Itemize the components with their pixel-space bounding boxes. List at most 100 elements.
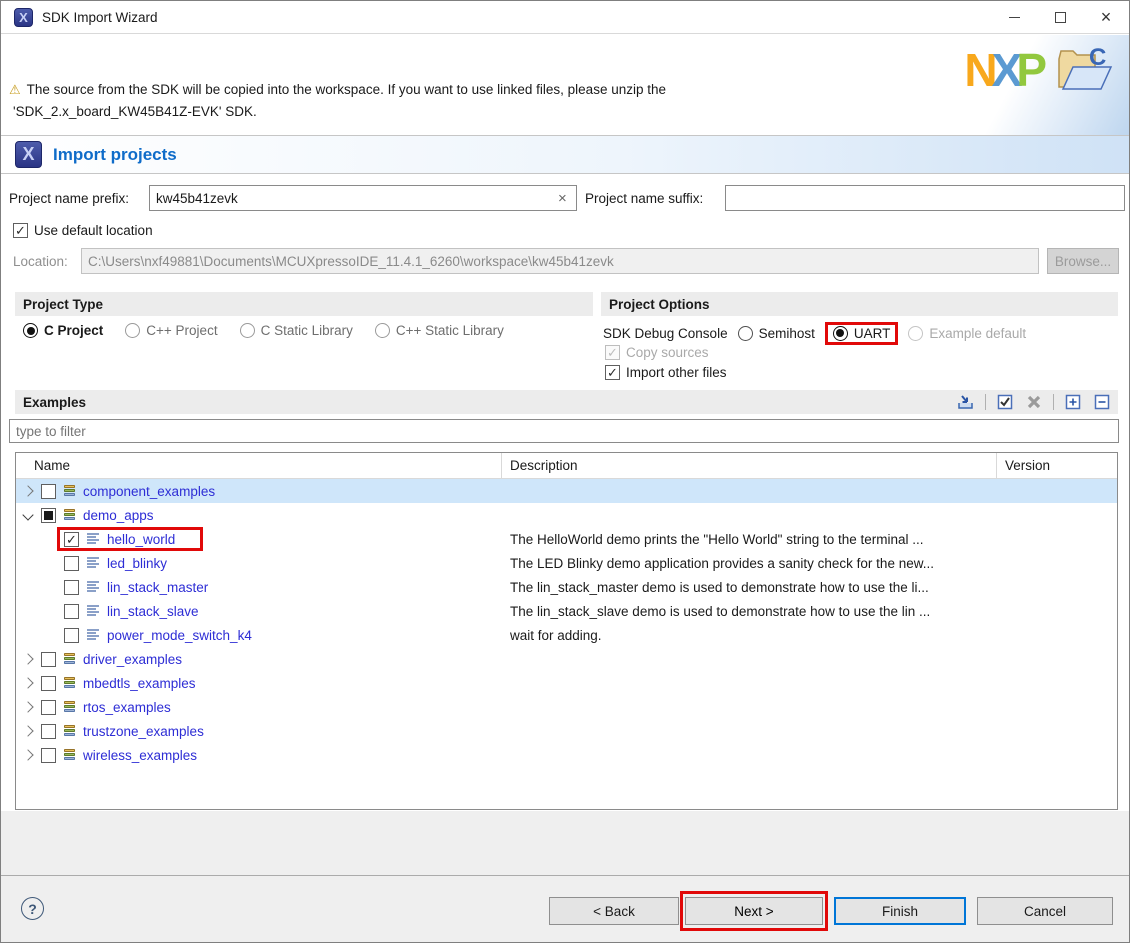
use-default-location-option[interactable]: Use default location — [13, 223, 153, 238]
help-button[interactable]: ? — [21, 897, 44, 920]
radio-icon — [240, 323, 255, 338]
chevron-right-icon[interactable] — [22, 725, 33, 736]
table-row[interactable]: power_mode_switch_k4wait for adding. — [16, 623, 1117, 647]
project-type-options: C Project C++ Project C Static Library C… — [23, 323, 504, 338]
table-row[interactable]: lin_stack_slave The lin_stack_slave demo … — [16, 599, 1117, 623]
chevron-down-icon[interactable] — [22, 509, 33, 520]
warning-text-line2: 'SDK_2.x_board_KW45B41Z-EVK' SDK. — [13, 104, 257, 119]
expand-all-icon[interactable] — [1063, 393, 1083, 411]
import-other-files-option[interactable]: Import other files — [605, 365, 727, 380]
chevron-right-icon[interactable] — [22, 701, 33, 712]
chevron-right-icon[interactable] — [22, 485, 33, 496]
radio-c-project[interactable]: C Project — [23, 323, 103, 338]
example-name[interactable]: rtos_examples — [83, 700, 171, 715]
table-row[interactable]: component_examples — [16, 479, 1117, 503]
chevron-right-icon[interactable] — [22, 749, 33, 760]
back-button[interactable]: < Back — [549, 897, 679, 925]
example-name[interactable]: lin_stack_master — [107, 580, 208, 595]
project-name-prefix-input[interactable] — [149, 185, 577, 211]
table-row[interactable]: lin_stack_masterThe lin_stack_master dem… — [16, 575, 1117, 599]
column-header-version[interactable]: Version — [997, 453, 1117, 478]
example-name[interactable]: trustzone_examples — [83, 724, 204, 739]
radio-c-static-library[interactable]: C Static Library — [240, 323, 353, 338]
sdk-import-wizard-window: X SDK Import Wizard × ⚠The source from t… — [0, 0, 1130, 943]
example-name[interactable]: lin_stack_slave — [107, 604, 199, 619]
radio-cpp-static-library[interactable]: C++ Static Library — [375, 323, 504, 338]
row-checkbox[interactable] — [41, 652, 56, 667]
name-cell: component_examples — [16, 479, 502, 503]
category-icon — [64, 701, 75, 713]
radio-semihost[interactable]: Semihost — [738, 326, 815, 341]
column-header-description[interactable]: Description — [502, 453, 997, 478]
table-row[interactable]: demo_apps — [16, 503, 1117, 527]
window-title: SDK Import Wizard — [42, 10, 158, 25]
row-checkbox[interactable] — [41, 748, 56, 763]
clear-prefix-icon[interactable]: × — [558, 190, 567, 207]
category-icon — [64, 749, 75, 761]
column-header-name[interactable]: Name — [16, 453, 502, 478]
chevron-right-icon[interactable] — [22, 653, 33, 664]
import-other-files-checkbox[interactable] — [605, 365, 620, 380]
example-name[interactable]: hello_world — [107, 532, 175, 547]
wizard-banner: ⚠The source from the SDK will be copied … — [1, 35, 1129, 135]
next-button[interactable]: Next > — [685, 897, 823, 925]
finish-button[interactable]: Finish — [834, 897, 966, 925]
cancel-button[interactable]: Cancel — [977, 897, 1113, 925]
row-checkbox[interactable] — [64, 532, 79, 547]
description-cell: The lin_stack_slave demo is used to demo… — [502, 604, 997, 619]
row-checkbox[interactable] — [64, 556, 79, 571]
example-name[interactable]: component_examples — [83, 484, 215, 499]
table-row[interactable]: driver_examples — [16, 647, 1117, 671]
radio-example-default: Example default — [908, 326, 1026, 341]
row-checkbox[interactable] — [64, 628, 79, 643]
next-annotation-box: Next > — [680, 891, 828, 931]
page-title-band: X Import projects — [1, 135, 1129, 174]
minimize-button[interactable] — [991, 1, 1037, 33]
table-row[interactable]: led_blinky The LED Blinky demo applicatio… — [16, 551, 1117, 575]
sdk-debug-console-label: SDK Debug Console — [603, 326, 728, 341]
table-row[interactable]: trustzone_examples — [16, 719, 1117, 743]
wizard-content: Project name prefix: × Project name suff… — [1, 175, 1129, 811]
example-name[interactable]: power_mode_switch_k4 — [107, 628, 252, 643]
row-checkbox[interactable] — [41, 724, 56, 739]
import-example-icon[interactable] — [956, 393, 976, 411]
row-checkbox[interactable] — [41, 700, 56, 715]
table-row[interactable]: wireless_examples — [16, 743, 1117, 767]
project-name-suffix-input[interactable] — [725, 185, 1125, 211]
row-checkbox[interactable] — [41, 484, 56, 499]
example-name[interactable]: wireless_examples — [83, 748, 197, 763]
example-icon — [87, 533, 99, 545]
name-cell: mbedtls_examples — [16, 671, 502, 695]
chevron-right-icon[interactable] — [22, 677, 33, 688]
row-checkbox[interactable] — [41, 508, 56, 523]
example-name[interactable]: demo_apps — [83, 508, 154, 523]
example-name[interactable]: driver_examples — [83, 652, 182, 667]
filter-input[interactable] — [9, 419, 1119, 443]
table-row[interactable]: rtos_examples — [16, 695, 1117, 719]
window-controls: × — [991, 1, 1129, 33]
radio-uart[interactable]: UART — [833, 326, 891, 341]
example-name[interactable]: mbedtls_examples — [83, 676, 196, 691]
category-icon — [64, 509, 75, 521]
row-checkbox[interactable] — [64, 604, 79, 619]
project-options-header: Project Options — [601, 292, 1118, 316]
name-cell: trustzone_examples — [16, 719, 502, 743]
category-icon — [64, 653, 75, 665]
close-button[interactable]: × — [1083, 1, 1129, 33]
row-checkbox[interactable] — [41, 676, 56, 691]
row-checkbox[interactable] — [64, 580, 79, 595]
prefix-label: Project name prefix: — [9, 191, 129, 206]
use-default-location-checkbox[interactable] — [13, 223, 28, 238]
category-icon — [64, 485, 75, 497]
example-name[interactable]: led_blinky — [107, 556, 167, 571]
radio-cpp-project[interactable]: C++ Project — [125, 323, 217, 338]
select-all-icon[interactable] — [995, 393, 1015, 411]
category-icon — [64, 725, 75, 737]
name-cell: lin_stack_slave — [16, 599, 502, 623]
description-cell: The LED Blinky demo application provides… — [502, 556, 997, 571]
table-row[interactable]: hello_worldThe HelloWorld demo prints th… — [16, 527, 1117, 551]
table-row[interactable]: mbedtls_examples — [16, 671, 1117, 695]
maximize-button[interactable] — [1037, 1, 1083, 33]
suffix-label: Project name suffix: — [585, 191, 703, 206]
collapse-all-icon[interactable] — [1092, 393, 1112, 411]
